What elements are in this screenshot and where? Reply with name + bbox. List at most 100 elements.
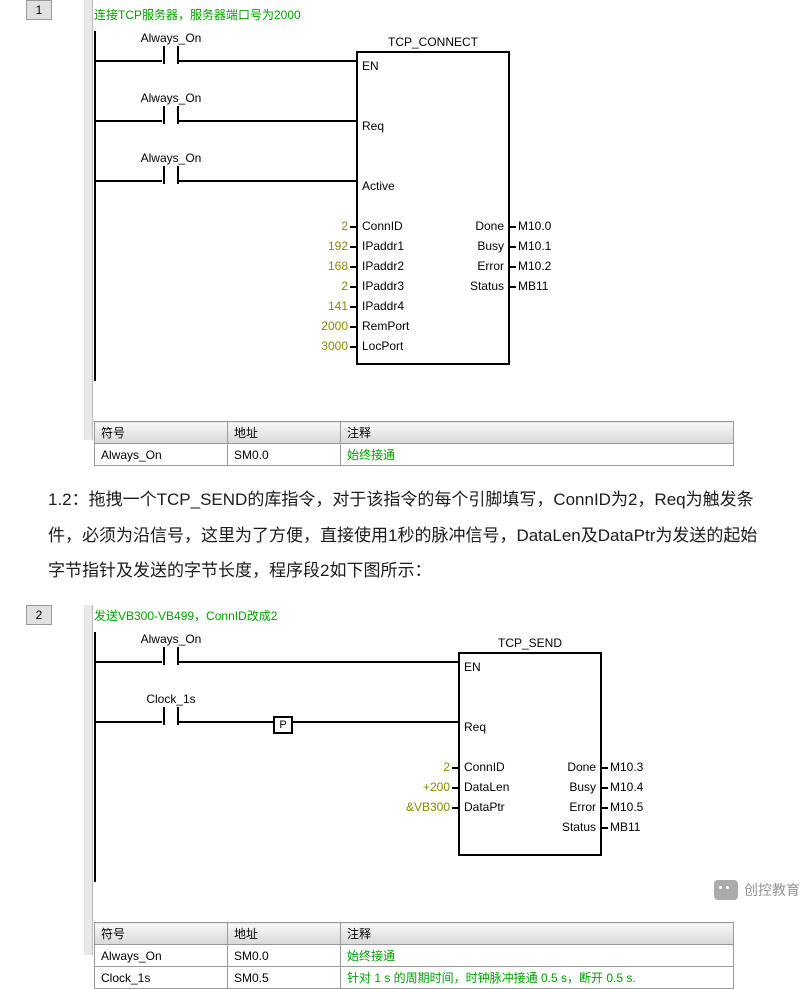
pin-connid: ConnID bbox=[362, 219, 403, 233]
out-status: MB11 bbox=[518, 279, 548, 293]
out-busy: M10.4 bbox=[610, 780, 643, 794]
paragraph-1-2: 1.2：拖拽一个TCP_SEND的库指令，对于该指令的每个引脚填写，ConnID… bbox=[0, 466, 810, 605]
out-error: M10.5 bbox=[610, 800, 643, 814]
pin-connector bbox=[350, 286, 358, 288]
table-row: Always_On SM0.0 始终接通 bbox=[95, 444, 734, 466]
pin-connector bbox=[600, 827, 608, 829]
cell-symbol: Always_On bbox=[95, 945, 228, 967]
contact-label: Always_On bbox=[126, 91, 216, 105]
pin-connid: ConnID bbox=[464, 760, 505, 774]
pin-active: Active bbox=[362, 179, 395, 193]
ladder-2: Always_On Clock_1s P TCP_SEND EN Req Con… bbox=[94, 632, 756, 882]
val-connid: 2 bbox=[318, 219, 348, 233]
cell-comment: 始终接通 bbox=[341, 444, 734, 466]
pin-status: Status bbox=[470, 279, 504, 293]
pin-done: Done bbox=[567, 760, 596, 774]
wire bbox=[96, 721, 126, 723]
pin-ipaddr4: IPaddr4 bbox=[362, 299, 404, 313]
wire bbox=[126, 721, 162, 723]
pin-busy: Busy bbox=[569, 780, 596, 794]
pin-error: Error bbox=[477, 259, 504, 273]
pin-connector bbox=[508, 246, 516, 248]
pin-req: Req bbox=[362, 119, 384, 133]
block-title: TCP_CONNECT bbox=[358, 35, 508, 49]
pin-connector bbox=[508, 266, 516, 268]
wechat-icon bbox=[714, 880, 738, 900]
watermark: 创控教育 bbox=[714, 880, 800, 900]
pin-req: Req bbox=[464, 720, 486, 734]
contact-always-on: Always_On bbox=[126, 31, 216, 63]
pin-connector bbox=[452, 787, 460, 789]
val-datalen: +200 bbox=[400, 780, 450, 794]
pin-dataptr: DataPtr bbox=[464, 800, 505, 814]
block-tcp-send: TCP_SEND EN Req ConnID DataLen DataPtr 2… bbox=[458, 652, 602, 856]
symbol-table-1: 符号 地址 注释 Always_On SM0.0 始终接通 bbox=[94, 421, 734, 466]
cell-comment: 针对 1 s 的周期时间，时钟脉冲接通 0.5 s，断开 0.5 s. bbox=[341, 967, 734, 989]
wire bbox=[126, 180, 162, 182]
cell-address: SM0.0 bbox=[228, 945, 341, 967]
wire bbox=[178, 120, 356, 122]
gutter bbox=[84, 0, 93, 440]
pin-datalen: DataLen bbox=[464, 780, 509, 794]
rung-en: Always_On bbox=[96, 632, 756, 692]
out-done: M10.0 bbox=[518, 219, 551, 233]
ladder-1: Always_On Always_On Always_On bbox=[94, 31, 756, 381]
cell-address: SM0.0 bbox=[228, 444, 341, 466]
pin-locport: LocPort bbox=[362, 339, 403, 353]
val-connid: 2 bbox=[400, 760, 450, 774]
val-ipaddr2: 168 bbox=[318, 259, 348, 273]
pin-remport: RemPort bbox=[362, 319, 409, 333]
wire bbox=[178, 661, 458, 663]
pin-connector bbox=[350, 266, 358, 268]
watermark-text: 创控教育 bbox=[744, 880, 800, 900]
pin-connector bbox=[350, 326, 358, 328]
pin-ipaddr1: IPaddr1 bbox=[362, 239, 404, 253]
contact-always-on: Always_On bbox=[126, 151, 216, 183]
cell-symbol: Clock_1s bbox=[95, 967, 228, 989]
pin-busy: Busy bbox=[477, 239, 504, 253]
pin-en: EN bbox=[464, 660, 481, 674]
cell-comment: 始终接通 bbox=[341, 945, 734, 967]
gutter bbox=[84, 605, 93, 955]
contact-label: Always_On bbox=[126, 632, 216, 646]
val-dataptr: &VB300 bbox=[400, 800, 450, 814]
out-status: MB11 bbox=[610, 820, 640, 834]
wire bbox=[96, 661, 126, 663]
wire bbox=[96, 120, 126, 122]
contact-clock-1s: Clock_1s bbox=[126, 692, 216, 724]
wire bbox=[126, 60, 162, 62]
segment-1: 1 连接TCP服务器，服务器端口号为2000 Always_On Always_… bbox=[54, 0, 810, 466]
pin-connector bbox=[452, 807, 460, 809]
contact-label: Clock_1s bbox=[126, 692, 216, 706]
pin-error: Error bbox=[569, 800, 596, 814]
th-symbol: 符号 bbox=[95, 923, 228, 945]
pin-ipaddr3: IPaddr3 bbox=[362, 279, 404, 293]
pin-connector bbox=[508, 226, 516, 228]
pin-connector bbox=[350, 346, 358, 348]
val-locport: 3000 bbox=[318, 339, 348, 353]
out-done: M10.3 bbox=[610, 760, 643, 774]
val-ipaddr3: 2 bbox=[318, 279, 348, 293]
contact-always-on: Always_On bbox=[126, 91, 216, 123]
pin-connector bbox=[600, 767, 608, 769]
pin-done: Done bbox=[475, 219, 504, 233]
pin-connector bbox=[508, 286, 516, 288]
wire bbox=[96, 60, 126, 62]
th-comment: 注释 bbox=[341, 422, 734, 444]
wire bbox=[126, 120, 162, 122]
val-remport: 2000 bbox=[318, 319, 348, 333]
table-row: Always_On SM0.0 始终接通 bbox=[95, 945, 734, 967]
cell-symbol: Always_On bbox=[95, 444, 228, 466]
block-title: TCP_SEND bbox=[460, 636, 600, 650]
th-comment: 注释 bbox=[341, 923, 734, 945]
out-error: M10.2 bbox=[518, 259, 551, 273]
segment-2: 2 发送VB300-VB499，ConnID改成2 Always_On Cloc… bbox=[54, 605, 810, 989]
pin-connector bbox=[600, 807, 608, 809]
pin-connector bbox=[350, 306, 358, 308]
wire bbox=[178, 180, 356, 182]
segment-number: 2 bbox=[26, 605, 52, 625]
out-busy: M10.1 bbox=[518, 239, 551, 253]
block-tcp-connect: TCP_CONNECT EN Req Active ConnID IPaddr1… bbox=[356, 51, 510, 365]
val-ipaddr1: 192 bbox=[318, 239, 348, 253]
th-address: 地址 bbox=[228, 422, 341, 444]
